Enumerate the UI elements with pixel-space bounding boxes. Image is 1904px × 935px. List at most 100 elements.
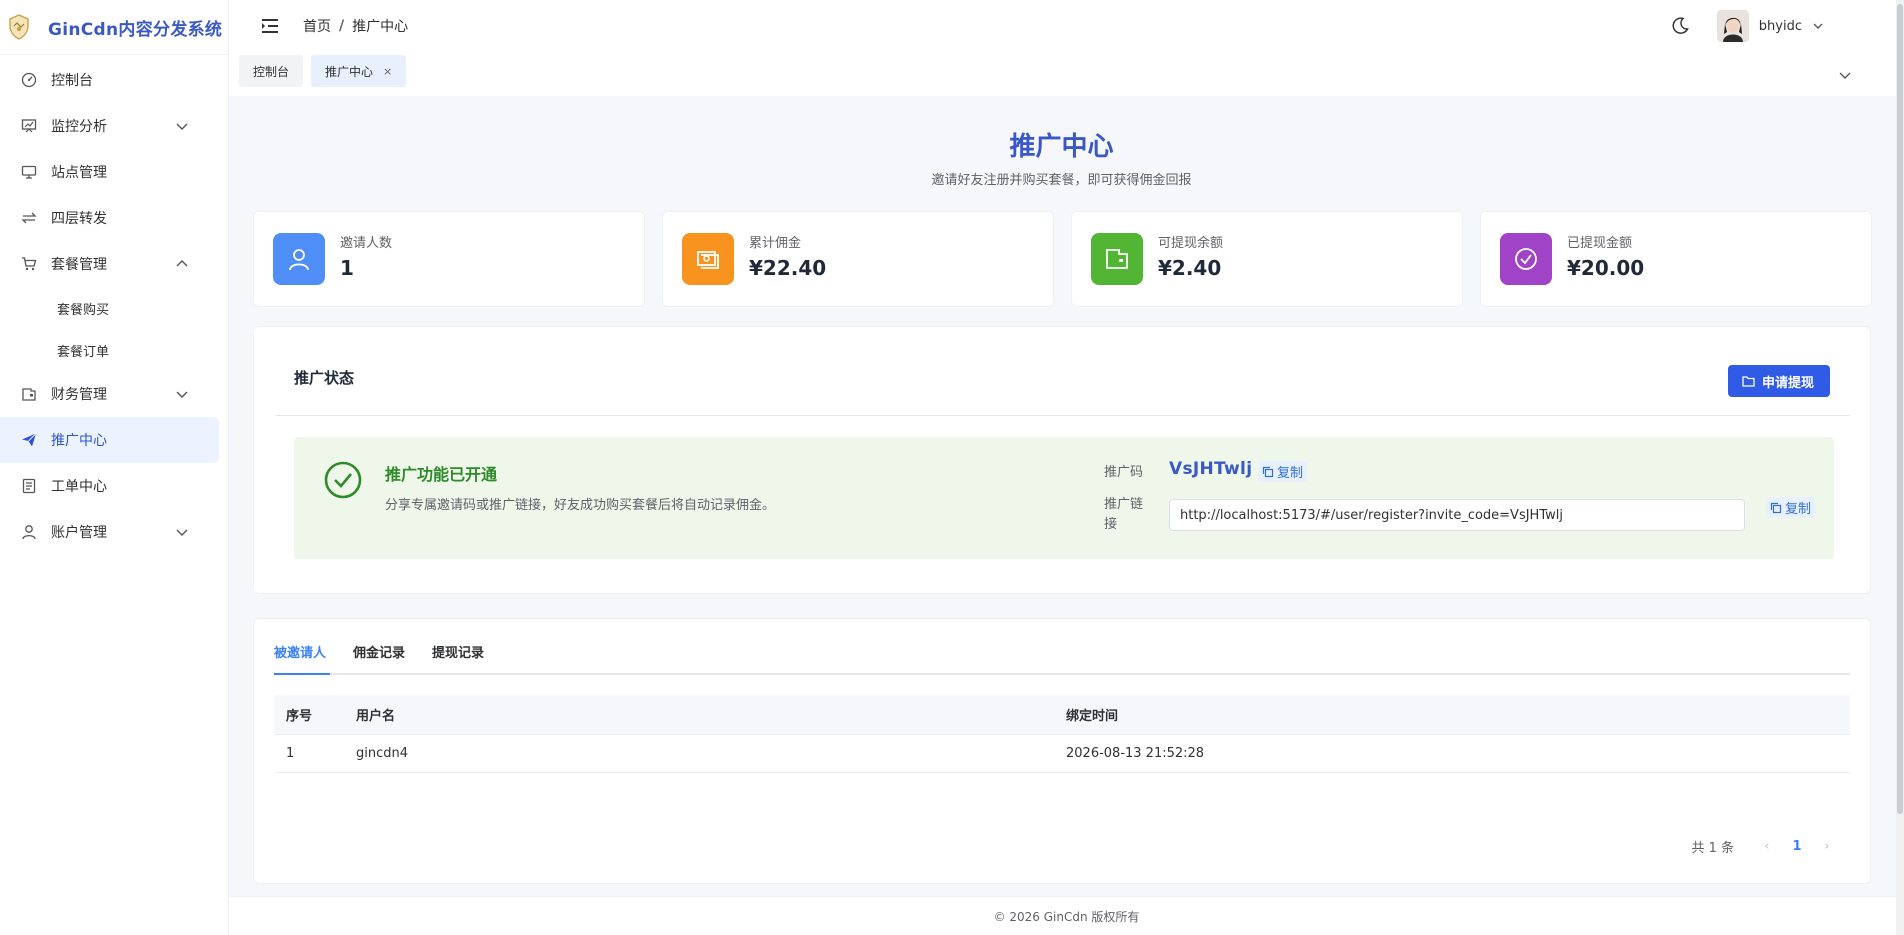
- withdraw-button-label: 申请提现: [1761, 375, 1814, 391]
- column-header: 绑定时间: [1066, 709, 1119, 724]
- sidebar-item-packages[interactable]: 套餐管理: [0, 241, 228, 287]
- stat-card-withdrawable: 可提现余额 ¥2.40: [1071, 211, 1463, 307]
- logo[interactable]: GinCdn内容分发系统: [0, 0, 228, 55]
- main-content: 推广中心 邀请好友注册并购买套餐，即可获得佣金回报 邀请人数 1 累计佣金 ¥2…: [229, 96, 1904, 935]
- app-title: GinCdn内容分发系统: [48, 19, 223, 40]
- moon-icon[interactable]: [1670, 16, 1690, 36]
- copy-code-button[interactable]: 复制: [1258, 461, 1308, 482]
- sidebar-item-label: 站点管理: [51, 165, 107, 181]
- sidebar-item-sites[interactable]: 站点管理: [0, 149, 228, 195]
- stat-label: 可提现余额: [1158, 236, 1224, 251]
- copy-label: 复制: [1785, 502, 1812, 517]
- username[interactable]: bhyidc: [1759, 19, 1802, 34]
- tab-commission-records[interactable]: 佣金记录: [353, 642, 405, 661]
- breadcrumb: 首页 / 推广中心: [303, 16, 408, 36]
- stat-value: ¥2.40: [1158, 256, 1222, 280]
- close-icon[interactable]: ×: [383, 65, 392, 78]
- table-header: 序号 用户名 绑定时间: [274, 695, 1850, 735]
- sidebar-item-label: 控制台: [51, 73, 93, 89]
- sidebar-item-monitor-analysis[interactable]: 监控分析: [0, 103, 228, 149]
- tag-label: 控制台: [253, 64, 290, 79]
- page-subtitle: 邀请好友注册并购买套餐，即可获得佣金回报: [931, 173, 1192, 188]
- stat-label: 累计佣金: [749, 236, 802, 251]
- avatar[interactable]: [1716, 10, 1749, 42]
- active-tab-indicator: [274, 673, 330, 675]
- invite-link-label: 推广链接: [1104, 497, 1144, 532]
- page-number[interactable]: 1: [1782, 839, 1812, 854]
- page-title: 推广中心: [1009, 132, 1114, 162]
- stat-card-total-commission: 累计佣金 ¥22.40: [662, 211, 1054, 307]
- sidebar-item-label: 监控分析: [51, 119, 107, 135]
- chevron-down-icon[interactable]: [1812, 20, 1824, 32]
- invite-code-label: 推广码: [1104, 465, 1144, 480]
- records-tabs: 被邀请人 佣金记录 提现记录: [274, 619, 1850, 675]
- records-card: 被邀请人 佣金记录 提现记录 序号 用户名 绑定时间 1 gincdn4 202…: [253, 618, 1871, 884]
- divider: [276, 415, 1850, 416]
- tag-dashboard[interactable]: 控制台: [239, 55, 304, 87]
- folder-icon: [1742, 375, 1755, 387]
- copy-icon: [1262, 466, 1274, 477]
- sidebar-subitem-package-orders[interactable]: 套餐订单: [0, 329, 228, 371]
- table-row: 1 gincdn4 2026-08-13 21:52:28: [274, 735, 1850, 773]
- stat-value: ¥22.40: [749, 256, 827, 280]
- breadcrumb-home[interactable]: 首页: [303, 16, 331, 36]
- sidebar-item-l4-forward[interactable]: 四层转发: [0, 195, 228, 241]
- wallet-icon: [1091, 233, 1143, 285]
- tab-invitees[interactable]: 被邀请人: [274, 642, 326, 661]
- chart-board-icon: [20, 117, 38, 135]
- wallet-icon: [20, 385, 38, 403]
- tab-withdraw-records[interactable]: 提现记录: [432, 642, 484, 661]
- tag-promotion[interactable]: 推广中心 ×: [311, 55, 407, 87]
- tag-label: 推广中心: [325, 64, 374, 79]
- scrollbar-thumb[interactable]: [1897, 4, 1903, 814]
- section-title: 推广状态: [294, 369, 355, 387]
- sidebar-item-label: 四层转发: [51, 211, 107, 227]
- invite-link-field[interactable]: http://localhost:5173/#/user/register?in…: [1169, 499, 1745, 531]
- sidebar: GinCdn内容分发系统 控制台 监控分析 站点管理 四层转发 套餐管理 套餐购…: [0, 0, 229, 935]
- status-description: 分享专属邀请码或推广链接，好友成功购买套餐后将自动记录佣金。: [385, 498, 776, 513]
- chevron-down-icon[interactable]: [1838, 68, 1852, 82]
- sidebar-item-label: 套餐管理: [51, 257, 107, 273]
- pagination: 共 1 条 ‹ 1 ›: [1691, 837, 1842, 856]
- sidebar-item-label: 工单中心: [51, 479, 107, 495]
- logo-shield-icon: [9, 14, 29, 40]
- breadcrumb-current: 推广中心: [352, 19, 409, 35]
- invite-code: VsJHTwlj: [1169, 459, 1253, 479]
- cell-username: gincdn4: [356, 746, 409, 761]
- cart-icon: [20, 255, 38, 273]
- sidebar-item-account[interactable]: 账户管理: [0, 509, 228, 555]
- prev-page-button[interactable]: ‹: [1752, 839, 1782, 854]
- stat-value: 1: [340, 256, 354, 280]
- status-box: 推广功能已开通 分享专属邀请码或推广链接，好友成功购买套餐后将自动记录佣金。 推…: [294, 437, 1834, 559]
- monitor-icon: [20, 163, 38, 181]
- sidebar-item-label: 推广中心: [51, 433, 107, 449]
- user-icon: [20, 523, 38, 541]
- scrollbar[interactable]: [1896, 0, 1904, 935]
- user-icon: [273, 233, 325, 285]
- copy-link-button[interactable]: 复制: [1766, 497, 1816, 518]
- withdraw-button[interactable]: 申请提现: [1727, 365, 1830, 397]
- cell-bind-time: 2026-08-13 21:52:28: [1066, 746, 1205, 761]
- footer: © 2026 GinCdn 版权所有: [229, 896, 1904, 935]
- copy-icon: [1770, 502, 1782, 513]
- stat-card-invites: 邀请人数 1: [253, 211, 645, 307]
- sidebar-item-promotion[interactable]: 推广中心: [0, 417, 219, 463]
- ticket-icon: [20, 477, 38, 495]
- sidebar-item-tickets[interactable]: 工单中心: [0, 463, 228, 509]
- check-circle-icon: [1500, 233, 1552, 285]
- stat-label: 已提现金额: [1567, 236, 1633, 251]
- sidebar-subitem-package-purchase[interactable]: 套餐购买: [0, 287, 228, 329]
- next-page-button[interactable]: ›: [1812, 839, 1842, 854]
- dashboard-icon: [20, 71, 38, 89]
- collapse-menu-icon[interactable]: [261, 18, 279, 34]
- column-header: 序号: [286, 709, 313, 724]
- send-icon: [20, 431, 38, 449]
- sidebar-item-finance[interactable]: 财务管理: [0, 371, 228, 417]
- chevron-up-icon: [176, 260, 188, 267]
- breadcrumb-separator: /: [339, 18, 345, 34]
- top-header: 首页 / 推广中心 bhyidc: [229, 0, 1904, 52]
- column-header: 用户名: [356, 709, 396, 724]
- tags-bar: 控制台 推广中心 ×: [229, 52, 1904, 96]
- sidebar-item-dashboard[interactable]: 控制台: [0, 57, 228, 103]
- sidebar-menu: 控制台 监控分析 站点管理 四层转发 套餐管理 套餐购买 套餐订单 财务管理 推…: [0, 57, 228, 555]
